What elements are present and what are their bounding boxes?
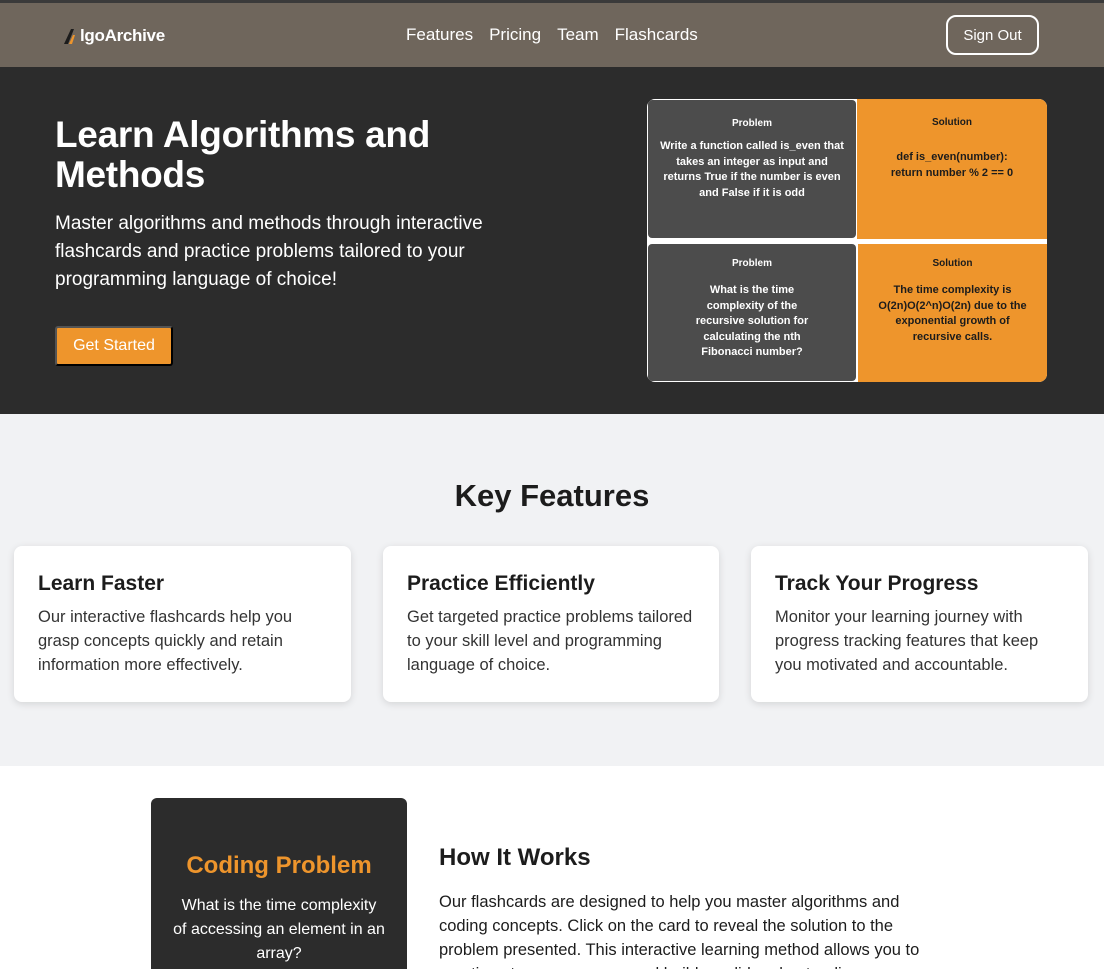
feature-card-text: Our interactive flashcards help you gras… xyxy=(38,608,293,674)
flashcard-label: Problem xyxy=(731,258,772,269)
flashcard-solution-1[interactable]: Solution def is_even(number): return num… xyxy=(857,99,1047,239)
logo-text: lgoArchive xyxy=(80,26,165,45)
flashcard-label: Solution xyxy=(932,117,972,128)
hero-title: Learn Algorithms and Methods xyxy=(55,114,431,195)
how-it-works-title: How It Works xyxy=(439,844,591,871)
flashcard-problem-1[interactable]: Problem Write a function called is_even … xyxy=(648,100,856,238)
flashcard-text: The time complexity is O(2n)O(2^n)O(2n) … xyxy=(878,284,1027,343)
coding-problem-text: What is the time complexity of accessing… xyxy=(173,897,385,962)
hero-section: Learn Algorithms and Methods Master algo… xyxy=(0,67,1104,414)
feature-card-text: Get targeted practice problems tailored … xyxy=(407,608,693,674)
features-title: Key Features xyxy=(454,478,650,513)
feature-card-title: Learn Faster xyxy=(38,572,165,595)
flashcard-label: Solution xyxy=(932,258,973,269)
flashcard-problem-2[interactable]: Problem What is the time complexity of t… xyxy=(648,244,856,381)
feature-card-practice-efficiently: Practice Efficiently Get targeted practi… xyxy=(383,546,719,702)
nav-links: Features Pricing Team Flashcards xyxy=(406,23,714,47)
hero-subtitle: Master algorithms and methods through in… xyxy=(55,213,483,290)
coding-problem-title: Coding Problem xyxy=(186,852,372,879)
nav-link-features[interactable]: Features xyxy=(406,23,473,47)
logo-a-icon xyxy=(63,28,79,44)
flashcard-solution-2[interactable]: Solution The time complexity is O(2n)O(2… xyxy=(858,244,1047,382)
flashcard-text: What is the time complexity of the recur… xyxy=(695,284,809,359)
get-started-button[interactable]: Get Started xyxy=(55,326,173,366)
navbar: lgoArchive Features Pricing Team Flashca… xyxy=(0,3,1104,67)
sign-out-button[interactable]: Sign Out xyxy=(946,15,1039,55)
how-it-works-text: Our flashcards are designed to help you … xyxy=(439,893,920,969)
nav-link-pricing[interactable]: Pricing xyxy=(489,23,541,47)
flashcard-label: Problem xyxy=(731,118,772,129)
feature-card-text: Monitor your learning journey with progr… xyxy=(775,608,1039,674)
nav-link-team[interactable]: Team xyxy=(557,23,599,47)
flashcard-grid: Problem Write a function called is_even … xyxy=(647,99,1047,382)
feature-card-learn-faster: Learn Faster Our interactive flashcards … xyxy=(14,546,351,702)
logo[interactable]: lgoArchive xyxy=(63,25,165,47)
coding-problem-card[interactable]: Coding Problem What is the time complexi… xyxy=(151,798,407,969)
how-it-works-section: Coding Problem What is the time complexi… xyxy=(0,766,1104,969)
feature-card-track-progress: Track Your Progress Monitor your learnin… xyxy=(751,546,1088,702)
nav-link-flashcards[interactable]: Flashcards xyxy=(615,23,698,47)
feature-card-title: Track Your Progress xyxy=(775,572,979,595)
feature-card-title: Practice Efficiently xyxy=(407,572,595,595)
flashcard-text: Write a function called is_even that tak… xyxy=(660,140,844,199)
flashcard-text: def is_even(number): return number % 2 =… xyxy=(890,151,1014,179)
